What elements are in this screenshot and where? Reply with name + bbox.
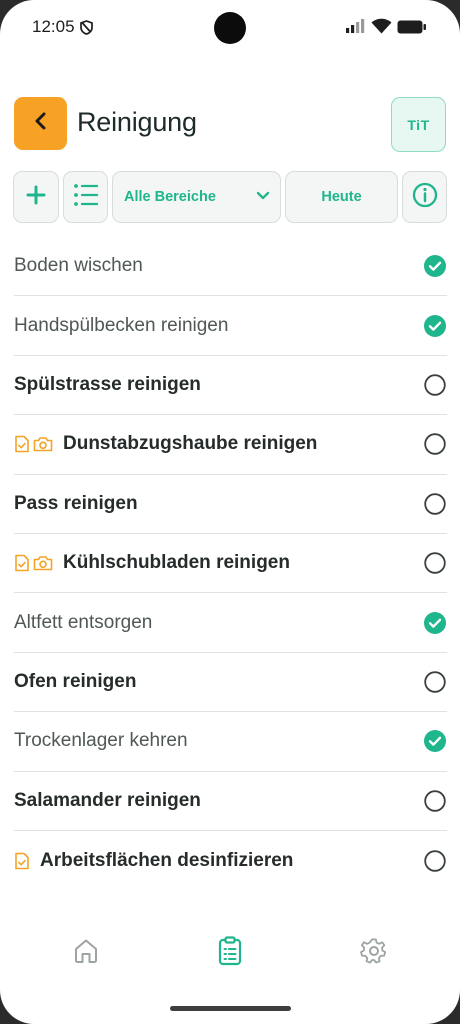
task-attachment-icons (14, 852, 30, 870)
shield-icon (80, 20, 93, 40)
checked-circle-icon[interactable] (424, 255, 446, 278)
page-title: Reinigung (77, 107, 197, 137)
chevron-down-icon (256, 188, 270, 206)
document-check-icon (14, 852, 30, 870)
info-icon (412, 182, 438, 213)
clipboard-icon (216, 935, 244, 971)
task-row[interactable]: Pass reinigen (14, 475, 447, 534)
task-row[interactable]: Salamander reinigen (14, 772, 447, 831)
document-check-icon (14, 554, 30, 572)
task-row[interactable]: Handspülbecken reinigen (14, 296, 447, 356)
date-filter-label: Heute (321, 189, 362, 205)
task-label: Salamander reinigen (14, 789, 201, 811)
home-icon (72, 937, 100, 970)
task-row[interactable]: Ofen reinigen (14, 653, 447, 713)
unchecked-circle-icon[interactable] (424, 790, 446, 812)
unchecked-circle-icon[interactable] (424, 493, 446, 515)
task-row[interactable]: Dunstabzugshaube reinigen (14, 415, 447, 475)
area-select[interactable]: Alle Bereiche (112, 171, 281, 223)
wifi-icon (371, 18, 392, 39)
phone-screen: 12:05 Reinigung TiT Alle Bereiche Heute … (0, 0, 460, 1024)
task-label: Boden wischen (14, 255, 143, 277)
back-button[interactable] (14, 97, 67, 150)
battery-icon (397, 20, 427, 39)
info-button[interactable] (402, 171, 447, 223)
status-bar: 12:05 (0, 0, 460, 56)
unchecked-circle-icon[interactable] (424, 671, 446, 693)
date-filter-button[interactable]: Heute (285, 171, 398, 223)
task-label: Arbeitsflächen desinfizieren (40, 849, 294, 871)
task-list: Boden wischen Handspülbecken reinigen Spül… (14, 237, 447, 890)
user-avatar[interactable]: TiT (391, 97, 446, 152)
plus-icon (26, 185, 46, 210)
add-task-button[interactable] (13, 171, 59, 223)
task-label: Dunstabzugshaube reinigen (63, 433, 318, 455)
task-row[interactable]: Spülstrasse reinigen (14, 356, 447, 416)
task-attachment-icons (14, 435, 53, 453)
task-attachment-icons (14, 554, 53, 572)
task-label: Pass reinigen (14, 492, 138, 514)
signal-icon (346, 19, 366, 38)
task-label: Spülstrasse reinigen (14, 373, 201, 395)
bottom-navigation (0, 925, 460, 985)
checked-circle-icon[interactable] (424, 730, 446, 753)
nav-settings[interactable] (358, 937, 390, 969)
task-row[interactable]: Kühlschubladen reinigen (14, 534, 447, 594)
task-label: Kühlschubladen reinigen (63, 552, 290, 574)
task-row[interactable]: Arbeitsflächen desinfizieren (14, 831, 447, 890)
list-icon (73, 183, 99, 212)
nav-home[interactable] (70, 937, 102, 969)
document-check-icon (14, 435, 30, 453)
list-view-button[interactable] (63, 171, 108, 223)
unchecked-circle-icon[interactable] (424, 374, 446, 396)
camera-icon (33, 555, 53, 571)
unchecked-circle-icon[interactable] (424, 433, 446, 456)
checked-circle-icon[interactable] (424, 314, 446, 337)
area-select-value: Alle Bereiche (124, 189, 216, 205)
unchecked-circle-icon[interactable] (424, 552, 446, 574)
task-label: Trockenlager kehren (14, 730, 188, 752)
nav-tasks[interactable] (214, 935, 246, 971)
task-row[interactable]: Altfett entsorgen (14, 593, 447, 653)
camera-icon (33, 436, 53, 452)
task-label: Altfett entsorgen (14, 611, 153, 633)
chevron-left-icon (31, 111, 51, 136)
task-label: Handspülbecken reinigen (14, 314, 229, 336)
task-label: Ofen reinigen (14, 670, 137, 692)
unchecked-circle-icon[interactable] (424, 849, 446, 872)
front-camera (214, 12, 246, 44)
gear-icon (360, 937, 388, 970)
home-indicator (170, 1006, 291, 1011)
status-time: 12:05 (32, 17, 75, 36)
checked-circle-icon[interactable] (424, 611, 446, 634)
task-row[interactable]: Boden wischen (14, 237, 447, 297)
task-row[interactable]: Trockenlager kehren (14, 712, 447, 772)
